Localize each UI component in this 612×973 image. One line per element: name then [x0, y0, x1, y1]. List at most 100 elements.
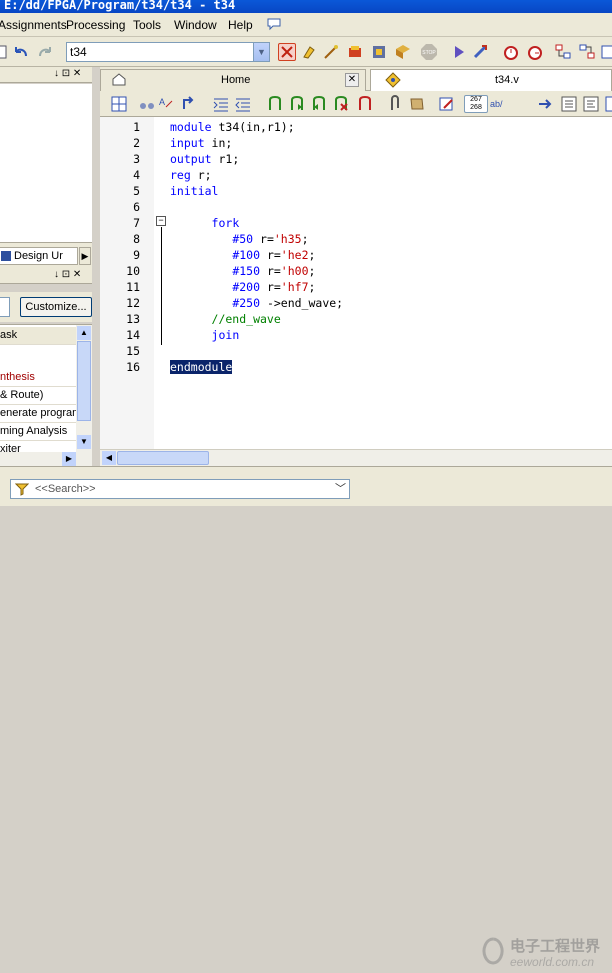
menu-processing[interactable]: Processing: [66, 18, 125, 32]
code-line[interactable]: module t34(in,r1);: [170, 120, 295, 134]
navigator-tab-row: Design Ur ▶: [0, 242, 92, 268]
code-line[interactable]: initial: [170, 184, 218, 198]
svg-text:STOP: STOP: [422, 50, 436, 56]
code-line[interactable]: join: [170, 328, 240, 342]
copy-icon[interactable]: [0, 43, 12, 61]
clear-bookmarks-icon[interactable]: [332, 95, 350, 113]
next-bookmark-icon[interactable]: [288, 95, 306, 113]
pane-controls-top[interactable]: ↓ ⊡ ✕: [54, 68, 81, 79]
customize-button[interactable]: Customize...: [20, 297, 92, 317]
chip-planner-icon[interactable]: [578, 43, 596, 61]
line-number: 1: [133, 120, 140, 134]
task-assembler[interactable]: enerate program: [0, 405, 76, 423]
indent-icon[interactable]: [212, 95, 230, 113]
menu-tools[interactable]: Tools: [133, 18, 161, 32]
comment-icon[interactable]: [560, 95, 578, 113]
uncomment-icon[interactable]: [582, 95, 600, 113]
editor-horizontal-scrollbar[interactable]: ◀: [100, 449, 612, 466]
timer-icon[interactable]: [502, 43, 520, 61]
scroll-down-icon[interactable]: ▼: [77, 435, 91, 449]
undo-icon[interactable]: [12, 43, 30, 61]
scroll-up-icon[interactable]: ▲: [77, 326, 91, 340]
tasks-vertical-scrollbar[interactable]: ▲ ▼: [76, 325, 92, 453]
arrow-right-icon[interactable]: [536, 95, 554, 113]
start-compilation-icon[interactable]: [450, 43, 468, 61]
line-number: 8: [133, 232, 140, 246]
netlist-viewer-icon[interactable]: [554, 43, 572, 61]
tab-scroll-right-icon[interactable]: ▶: [79, 247, 91, 265]
chevron-down-icon[interactable]: ▼: [253, 43, 269, 61]
project-selector[interactable]: t34 ▼: [66, 42, 270, 62]
attach-icon[interactable]: [386, 95, 404, 113]
code-line[interactable]: reg r;: [170, 168, 212, 182]
scroll-left-icon[interactable]: ◀: [102, 451, 116, 465]
menu-assignments[interactable]: Assignments: [0, 18, 67, 32]
tab-design-units[interactable]: Design Ur: [0, 247, 78, 265]
code-line[interactable]: #100 r='he2;: [170, 248, 315, 262]
chevron-down-icon[interactable]: ﹀: [335, 480, 346, 498]
line-number: 7: [133, 216, 140, 230]
close-icon[interactable]: ✕: [345, 73, 359, 87]
word-wrap-icon[interactable]: ab/: [490, 95, 508, 113]
code-line[interactable]: endmodule: [170, 360, 233, 374]
code-line[interactable]: #150 r='h00;: [170, 264, 315, 278]
timing-analyzer-icon[interactable]: [526, 43, 544, 61]
code-editor[interactable]: module t34(in,r1); input in; output r1; reg…: [168, 117, 612, 449]
chip-icon[interactable]: [370, 43, 388, 61]
editor-scroll-thumb[interactable]: [117, 451, 209, 465]
code-line[interactable]: fork: [170, 216, 240, 230]
task-fitter[interactable]: & Route): [0, 387, 76, 405]
tasks-horizontal-scrollbar[interactable]: ▶: [0, 452, 92, 466]
filter-icon: [14, 482, 30, 502]
code-line[interactable]: //end_wave: [170, 312, 281, 326]
code-line[interactable]: #200 r='hf7;: [170, 280, 315, 294]
scroll-right-icon[interactable]: ▶: [62, 452, 76, 466]
line-numbers-icon[interactable]: 267 268: [464, 95, 488, 113]
find-icon[interactable]: [138, 95, 156, 113]
tab-design-units-label: Design Ur: [14, 250, 63, 262]
code-line[interactable]: input in;: [170, 136, 232, 150]
code-line[interactable]: #50 r='h35;: [170, 232, 308, 246]
programmer-icon[interactable]: [600, 43, 612, 61]
redo-icon[interactable]: [36, 43, 54, 61]
unindent-icon[interactable]: [234, 95, 252, 113]
flow-dropdown[interactable]: [0, 297, 10, 317]
help-chat-icon[interactable]: [266, 17, 282, 31]
code-line[interactable]: output r1;: [170, 152, 239, 166]
line-number: 3: [133, 152, 140, 166]
insert-template-icon[interactable]: [438, 95, 456, 113]
tasks-toolbar: Customize...: [0, 292, 92, 322]
goto-line-icon[interactable]: [180, 95, 198, 113]
search-placeholder: <<Search>>: [35, 483, 96, 495]
scroll-thumb[interactable]: [77, 341, 91, 421]
grid-icon[interactable]: [110, 95, 128, 113]
find-replace-icon[interactable]: A: [158, 95, 176, 113]
code-line[interactable]: #250 ->end_wave;: [170, 296, 343, 310]
main-toolbar: t34 ▼ STOP: [0, 37, 612, 67]
bookmark-list-icon[interactable]: [356, 95, 374, 113]
view-icon[interactable]: [604, 95, 612, 113]
fold-line: [161, 227, 162, 345]
search-input[interactable]: <<Search>> ﹀: [10, 479, 350, 499]
collapse-fork-icon[interactable]: −: [156, 216, 166, 226]
task-analysis-synthesis[interactable]: nthesis: [0, 369, 76, 387]
analysis-icon[interactable]: [472, 43, 490, 61]
prev-bookmark-icon[interactable]: [310, 95, 328, 113]
line-number: 5: [133, 184, 140, 198]
tab-t34-v[interactable]: t34.v: [370, 69, 612, 91]
menu-window[interactable]: Window: [174, 18, 217, 32]
pin-planner-icon[interactable]: [300, 43, 318, 61]
project-selector-value: t34: [70, 45, 87, 59]
task-timing-analysis[interactable]: ming Analysis: [0, 423, 76, 441]
bookmark-icon[interactable]: [266, 95, 284, 113]
hierarchy-icon[interactable]: [278, 43, 296, 61]
pane-controls-mid[interactable]: ↓ ⊡ ✕: [54, 269, 81, 280]
package-icon[interactable]: [394, 43, 412, 61]
menu-help[interactable]: Help: [228, 18, 253, 32]
tab-home[interactable]: Home ✕: [100, 69, 366, 91]
wand-icon[interactable]: [322, 43, 340, 61]
settings-icon[interactable]: [346, 43, 364, 61]
stop-icon[interactable]: STOP: [420, 43, 438, 61]
line-number: 15: [126, 344, 140, 358]
scroll-template-icon[interactable]: [408, 95, 426, 113]
